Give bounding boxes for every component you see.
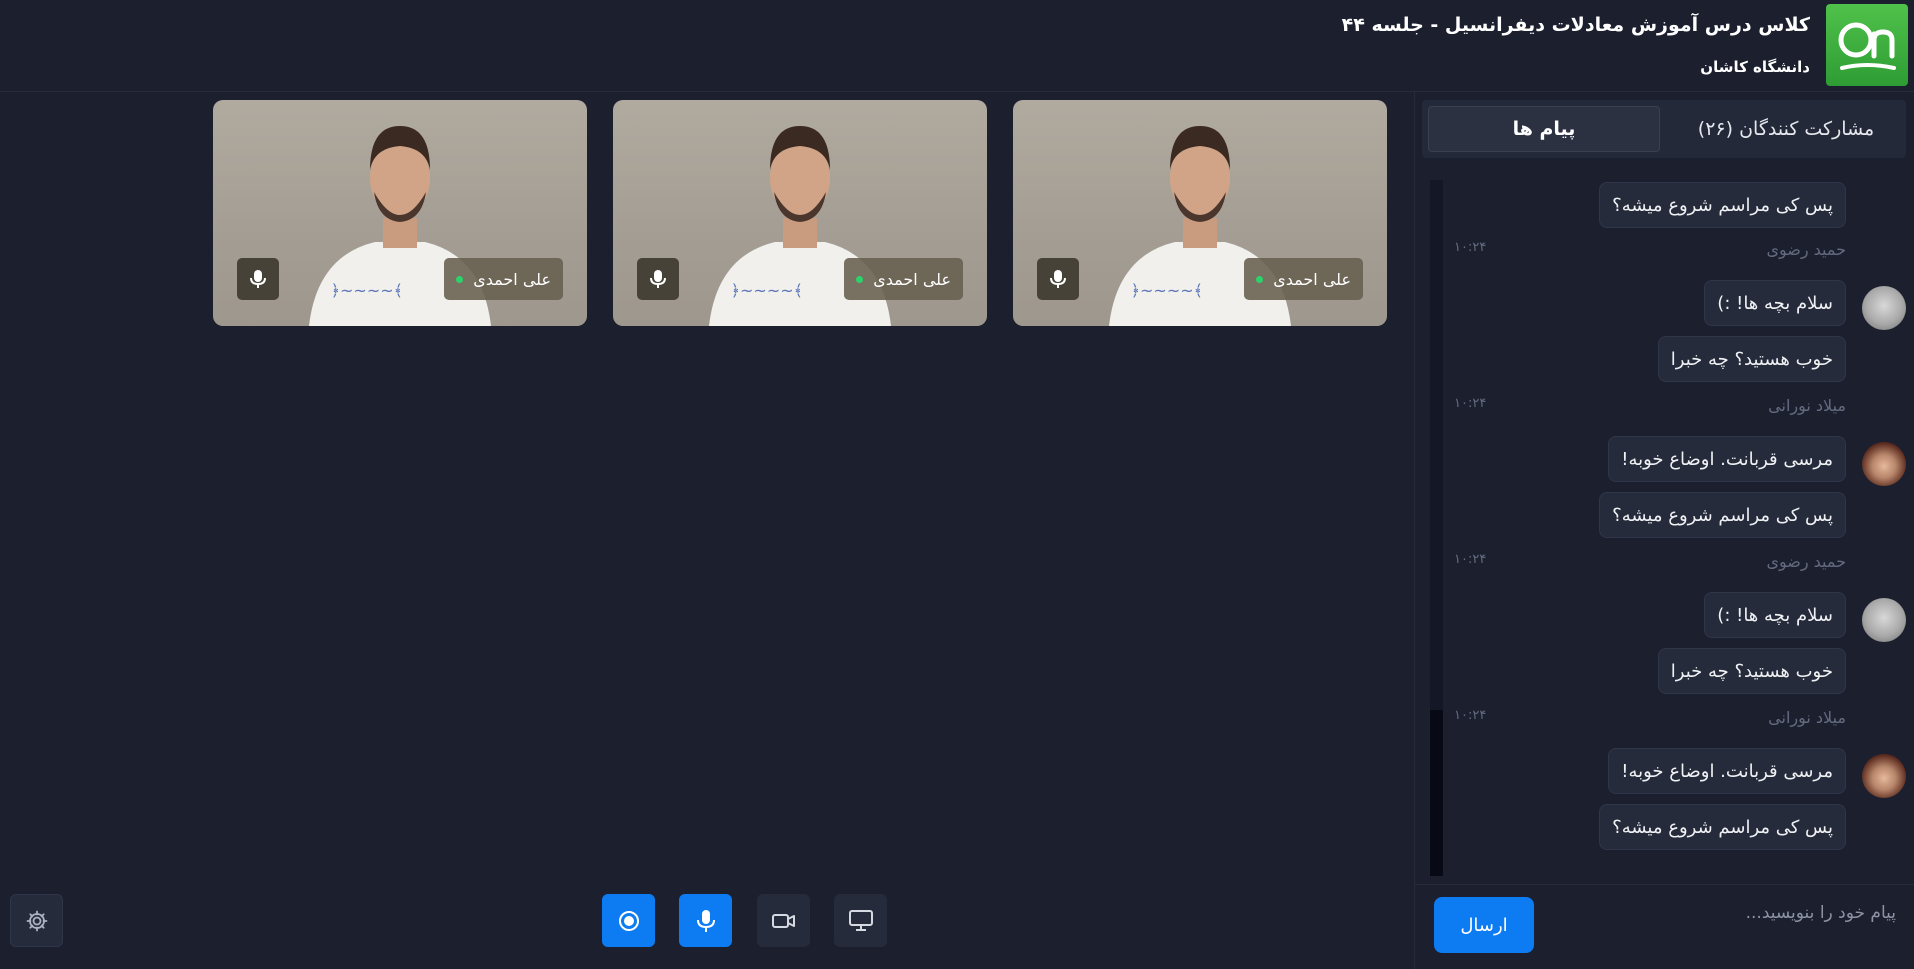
message-bubble: پس کی مراسم شروع میشه؟	[1599, 182, 1846, 228]
svg-text:﴾~~~~﴿: ﴾~~~~﴿	[331, 281, 403, 300]
tile-mic-button[interactable]	[1037, 258, 1079, 300]
message-bubble: سلام بچه ها! :)	[1704, 280, 1846, 326]
message-time: ۱۰:۲۴	[1454, 396, 1487, 411]
online-indicator	[856, 275, 864, 283]
message-bubble: پس کی مراسم شروع میشه؟	[1599, 492, 1846, 538]
app-logo[interactable]	[1826, 4, 1908, 86]
header: کلاس درس آموزش معادلات دیفرانسیل - جلسه …	[0, 0, 1914, 92]
share-screen-button[interactable]	[834, 894, 887, 947]
microphone-button[interactable]	[679, 894, 732, 947]
record-icon	[618, 910, 639, 931]
participant-name: علی احمدی	[473, 269, 551, 289]
video-camera-icon	[771, 913, 795, 928]
settings-button[interactable]	[10, 894, 63, 947]
panel-tabs: مشارکت کنندگان (۲۶) پیام ها	[1422, 100, 1906, 158]
camera-button[interactable]	[757, 894, 810, 947]
message-bubble: خوب هستید؟ چه خبرا	[1657, 648, 1846, 694]
online-indicator	[456, 275, 464, 283]
message-bubble: پس کی مراسم شروع میشه؟	[1599, 804, 1846, 850]
tab-messages[interactable]: پیام ها	[1428, 106, 1660, 152]
message-sender: حمید رضوی	[1766, 552, 1846, 571]
message-bubble: خوب هستید؟ چه خبرا	[1657, 336, 1846, 382]
tile-mic-button[interactable]	[237, 258, 279, 300]
message-bubble: مرسی قربانت. اوضاع خوبه!	[1608, 436, 1846, 482]
chat-scrollbar[interactable]	[1430, 180, 1443, 876]
participant-name: علی احمدی	[1273, 269, 1351, 289]
microphone-icon	[696, 909, 715, 932]
university-name: دانشگاه کاشان	[1700, 58, 1810, 76]
gear-icon	[26, 910, 47, 931]
video-tile[interactable]: ﴾~~~~﴿ علی احمدی	[613, 100, 987, 326]
message-composer: ارسال	[1414, 884, 1914, 969]
video-tile[interactable]: ﴾~~~~﴿ علی احمدی	[213, 100, 587, 326]
participant-name-badge: علی احمدی	[1244, 258, 1363, 300]
chat-messages[interactable]: پس کی مراسم شروع میشه؟ حمید رضوی ۱۰:۲۴ س…	[1430, 180, 1906, 876]
class-title: کلاس درس آموزش معادلات دیفرانسیل - جلسه …	[1341, 14, 1810, 36]
participant-name-badge: علی احمدی	[844, 258, 963, 300]
side-panel: مشارکت کنندگان (۲۶) پیام ها پس کی مراسم …	[1414, 92, 1914, 969]
microphone-icon	[650, 270, 666, 288]
send-button[interactable]: ارسال	[1434, 897, 1534, 953]
message-time: ۱۰:۲۴	[1454, 240, 1487, 255]
milad-avatar	[1862, 442, 1906, 486]
message-sender: حمید رضوی	[1766, 240, 1846, 259]
message-time: ۱۰:۲۴	[1454, 708, 1487, 723]
meeting-app: کلاس درس آموزش معادلات دیفرانسیل - جلسه …	[0, 0, 1914, 969]
record-button[interactable]	[602, 894, 655, 947]
hamid-avatar	[1862, 598, 1906, 642]
microphone-icon	[250, 270, 266, 288]
svg-text:﴾~~~~﴿: ﴾~~~~﴿	[1131, 281, 1203, 300]
online-indicator	[1256, 275, 1264, 283]
message-bubble: مرسی قربانت. اوضاع خوبه!	[1608, 748, 1846, 794]
message-input[interactable]	[1726, 895, 1896, 931]
participant-name-badge: علی احمدی	[444, 258, 563, 300]
message-bubble: سلام بچه ها! :)	[1704, 592, 1846, 638]
tile-mic-button[interactable]	[637, 258, 679, 300]
monitor-icon	[848, 909, 873, 931]
video-tile[interactable]: ﴾~~~~﴿ علی احمدی	[1013, 100, 1387, 326]
participant-name: علی احمدی	[873, 269, 951, 289]
message-sender: میلاد نورانی	[1768, 708, 1846, 727]
logo-icon	[1838, 22, 1896, 70]
message-time: ۱۰:۲۴	[1454, 552, 1487, 567]
message-sender: میلاد نورانی	[1768, 396, 1846, 415]
microphone-icon	[1050, 270, 1066, 288]
hamid-avatar	[1862, 286, 1906, 330]
tab-participants[interactable]: مشارکت کنندگان (۲۶)	[1666, 100, 1906, 158]
svg-text:﴾~~~~﴿: ﴾~~~~﴿	[731, 281, 803, 300]
milad-avatar	[1862, 754, 1906, 798]
chat-scrollbar-thumb[interactable]	[1430, 710, 1443, 876]
